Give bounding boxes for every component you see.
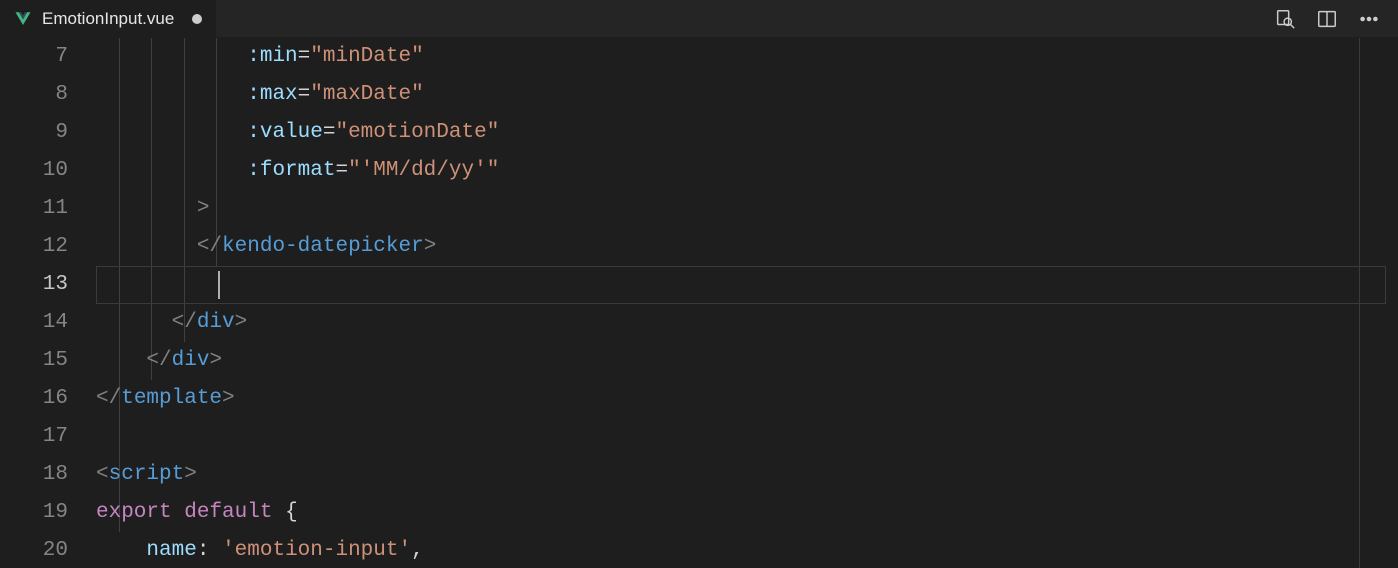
- more-actions-icon[interactable]: [1358, 8, 1380, 30]
- line-number: 7: [0, 38, 68, 76]
- line-number: 9: [0, 114, 68, 152]
- split-editor-icon[interactable]: [1316, 8, 1338, 30]
- code-line: [96, 418, 1398, 456]
- line-number: 16: [0, 380, 68, 418]
- code-line: :value="emotionDate": [96, 114, 1398, 152]
- line-number: 19: [0, 494, 68, 532]
- code-line: </div>: [96, 342, 1398, 380]
- editor-body: 7 8 9 10 11 12 13 14 15 16 17 18 19 20: [0, 38, 1398, 568]
- tab-filename: EmotionInput.vue: [42, 9, 174, 29]
- code-line: </template>: [96, 380, 1398, 418]
- code-line: export default {: [96, 494, 1398, 532]
- code-line-current: [96, 266, 1398, 304]
- code-line: >: [96, 190, 1398, 228]
- tab-bar: EmotionInput.vue: [0, 0, 1398, 38]
- code-line: :min="minDate": [96, 38, 1398, 76]
- text-cursor: [218, 271, 220, 299]
- code-line: </div>: [96, 304, 1398, 342]
- dirty-indicator-icon: [192, 14, 202, 24]
- code-line: <script>: [96, 456, 1398, 494]
- vue-icon: [14, 10, 32, 28]
- line-number: 15: [0, 342, 68, 380]
- editor-root: EmotionInput.vue: [0, 0, 1398, 568]
- code-line: :format="'MM/dd/yy'": [96, 152, 1398, 190]
- code-line: </kendo-datepicker>: [96, 228, 1398, 266]
- code-line: :max="maxDate": [96, 76, 1398, 114]
- line-number: 20: [0, 532, 68, 568]
- line-number: 18: [0, 456, 68, 494]
- tab-emotion-input[interactable]: EmotionInput.vue: [0, 0, 216, 38]
- tab-actions: [1274, 8, 1398, 30]
- line-number: 8: [0, 76, 68, 114]
- find-in-file-icon[interactable]: [1274, 8, 1296, 30]
- line-number: 10: [0, 152, 68, 190]
- code-area[interactable]: :min="minDate" :max="maxDate" :value="em…: [96, 38, 1398, 568]
- line-number: 14: [0, 304, 68, 342]
- code-line: name: 'emotion-input',: [96, 532, 1398, 568]
- line-number-gutter: 7 8 9 10 11 12 13 14 15 16 17 18 19 20: [0, 38, 96, 568]
- line-number: 17: [0, 418, 68, 456]
- line-number: 13: [0, 266, 68, 304]
- line-number: 11: [0, 190, 68, 228]
- line-number: 12: [0, 228, 68, 266]
